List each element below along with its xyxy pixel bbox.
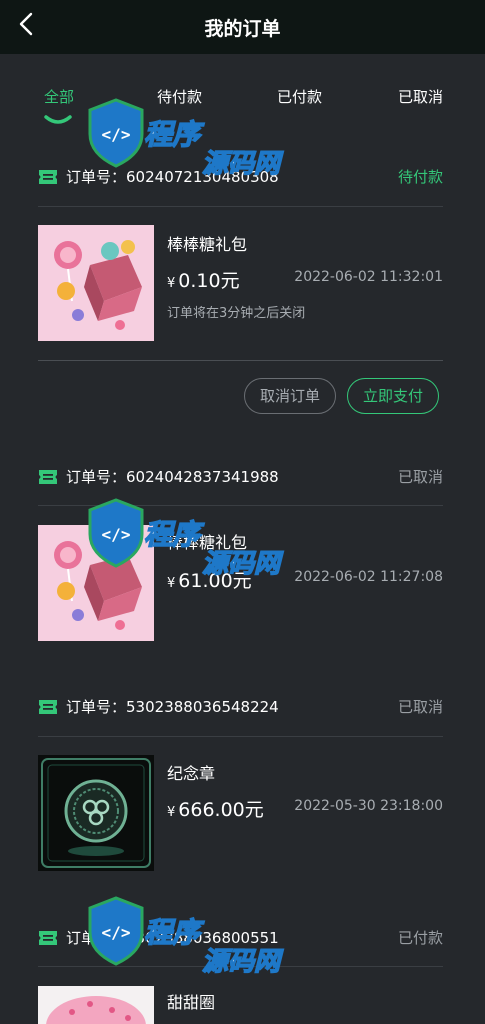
order-header: 订单号：5302388036548224 已取消 [38, 693, 443, 723]
tab-cancelled[interactable]: 已取消 [398, 86, 443, 107]
divider [38, 736, 443, 737]
order-card: 订单号：6024072130480308 待付款 棒棒糖礼包 ¥0.10元 20… [38, 163, 443, 423]
order-header: 订单号：6024072130480308 待付款 [38, 163, 443, 193]
divider [38, 206, 443, 207]
divider [38, 360, 443, 361]
product-image-candy[interactable] [38, 225, 154, 341]
tab-active-indicator [44, 115, 72, 124]
product-name: 棒棒糖礼包 [167, 533, 248, 552]
tab-all[interactable]: 全部 [44, 86, 74, 107]
product-image-candy[interactable] [38, 525, 154, 641]
order-status: 待付款 [397, 168, 443, 186]
order-header: 订单号：6024042837341988 已取消 [38, 463, 443, 493]
product-price: ¥666.00元 [167, 799, 264, 821]
divider [38, 505, 443, 506]
order-card: 订单号：5302388036548224 已取消 纪念章 ¥666.00元 20… [38, 693, 443, 883]
order-ticket-icon [39, 700, 57, 714]
divider [38, 966, 443, 967]
order-status: 已取消 [397, 468, 443, 486]
order-status: 已付款 [397, 929, 443, 947]
order-ticket-icon [39, 931, 57, 945]
order-ticket-icon [39, 170, 57, 184]
product-price: ¥0.10元 [167, 270, 240, 292]
order-number: 订单号：5302388036548224 [66, 698, 279, 716]
tab-paid[interactable]: 已付款 [277, 86, 322, 107]
tab-bar: 全部 待付款 已付款 已取消 [0, 54, 485, 134]
order-number: 订单号：6024072130480308 [66, 168, 279, 186]
top-bar: 我的订单 [0, 0, 485, 54]
order-header: 订单号：5302388036800551 已付款 [38, 924, 443, 954]
order-number: 订单号：6024042837341988 [66, 468, 279, 486]
product-name: 纪念章 [167, 764, 216, 783]
order-ticket-icon [39, 470, 57, 484]
product-image-donut[interactable] [38, 986, 154, 1024]
order-time: 2022-06-02 11:32:01 [294, 269, 443, 285]
order-status: 已取消 [397, 698, 443, 716]
cancel-order-button[interactable]: 取消订单 [244, 378, 336, 414]
product-price: ¥61.00元 [167, 570, 252, 592]
order-note: 订单将在3分钟之后关闭 [167, 306, 306, 321]
product-name: 棒棒糖礼包 [167, 235, 248, 254]
order-number: 订单号：5302388036800551 [66, 929, 279, 947]
pay-now-button[interactable]: 立即支付 [347, 378, 439, 414]
order-card: 订单号：5302388036800551 已付款 甜甜圈 [38, 924, 443, 1024]
page-title: 我的订单 [204, 18, 281, 40]
product-image-medal[interactable] [38, 755, 154, 871]
order-time: 2022-05-30 23:18:00 [294, 798, 443, 814]
order-card: 订单号：6024042837341988 已取消 棒棒糖礼包 ¥61.00元 2… [38, 463, 443, 653]
order-time: 2022-06-02 11:27:08 [294, 569, 443, 585]
tab-pending[interactable]: 待付款 [157, 86, 202, 107]
product-name: 甜甜圈 [167, 993, 216, 1012]
